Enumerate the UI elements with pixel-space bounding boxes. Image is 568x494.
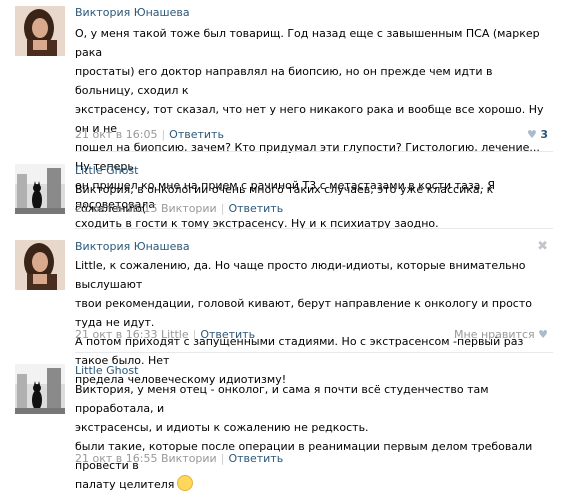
reply-button[interactable]: Ответить <box>228 452 283 465</box>
avatar-little-ghost[interactable] <box>15 164 65 214</box>
avatar-viktoria[interactable] <box>15 240 65 290</box>
comment-author[interactable]: Виктория Юнашева <box>75 6 190 20</box>
comment-meta: 21 окт в 16:15 Виктории | Ответить <box>75 202 284 215</box>
close-icon[interactable]: ✖ <box>537 240 548 253</box>
reply-button[interactable]: Ответить <box>169 128 224 141</box>
like-count: 3 <box>540 128 548 141</box>
comment-author[interactable]: Little Ghost <box>75 164 138 178</box>
like-label: Мне нравится <box>454 328 535 341</box>
comment-meta: 21 окт в 16:33 Little | Ответить <box>75 328 256 341</box>
sad-face-icon <box>177 475 194 491</box>
comment-divider <box>75 151 553 152</box>
avatar-little-ghost[interactable] <box>15 364 65 414</box>
comment-meta: 21 окт в 16:55 Виктории | Ответить <box>75 452 284 465</box>
reply-button[interactable]: Ответить <box>200 328 255 341</box>
avatar-image <box>15 6 65 56</box>
comment-author[interactable]: Little Ghost <box>75 364 138 378</box>
avatar-image <box>15 364 65 414</box>
reply-button[interactable]: Ответить <box>228 202 283 215</box>
comment-text-body: Виктория, у меня отец - онколог, и сама … <box>75 383 533 491</box>
comment-date[interactable]: 21 окт в 16:33 <box>75 328 157 341</box>
reply-to[interactable]: Little <box>161 328 189 341</box>
heart-icon: ♥ <box>526 128 537 141</box>
heart-icon: ♥ <box>538 328 548 341</box>
comment-meta: 21 окт в 16:05 | Ответить <box>75 128 224 141</box>
reply-to[interactable]: Виктории <box>161 202 217 215</box>
reply-to[interactable]: Виктории <box>161 452 217 465</box>
comment-date[interactable]: 21 окт в 16:55 <box>75 452 157 465</box>
comment-divider <box>75 352 553 353</box>
like-button[interactable]: Мне нравится ♥ <box>454 328 548 342</box>
comment-date[interactable]: 21 окт в 16:05 <box>75 128 157 141</box>
comment-divider <box>75 228 553 229</box>
comment-text: Little, к сожалению, да. Но чаще просто … <box>75 259 532 386</box>
comment-text: Виктория, у меня отец - онколог, и сама … <box>75 380 553 494</box>
comment-date[interactable]: 21 окт в 16:15 <box>75 202 157 215</box>
avatar-viktoria[interactable] <box>15 6 65 56</box>
avatar-image <box>15 164 65 214</box>
comment-author[interactable]: Виктория Юнашева <box>75 240 190 254</box>
avatar-image <box>15 240 65 290</box>
like-button[interactable]: ♥ 3 <box>527 128 548 142</box>
